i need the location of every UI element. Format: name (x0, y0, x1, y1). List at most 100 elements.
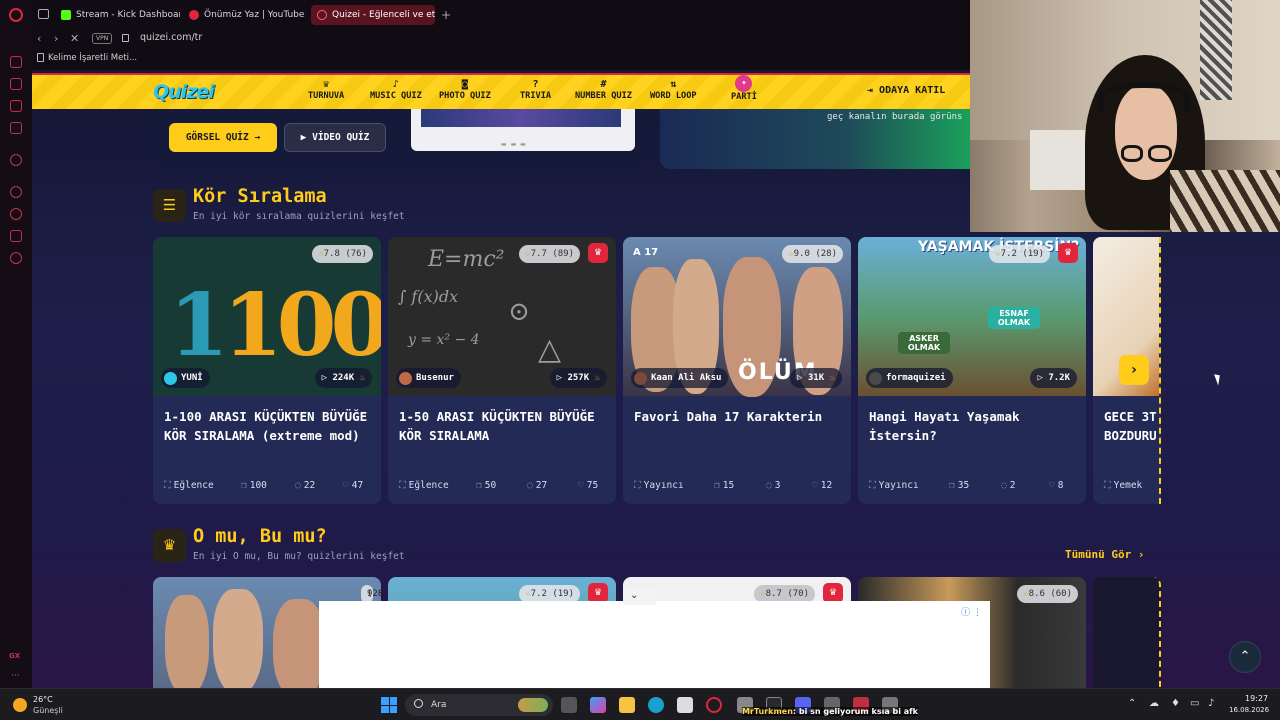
quiz-card[interactable]: YAŞAMAK İSTERSİN? ESNAF OLMAK ASKER OLMA… (858, 237, 1086, 504)
tab-youtube[interactable]: Önümüz Yaz | YouTube (183, 5, 308, 25)
site-navbar: Quizei ♛ TURNUVA ♪ MUSIC QUIZ ◙ PHOTO QUIZ … (32, 73, 970, 109)
hero-preview-image: ▬ ▬ ▬ (411, 109, 635, 151)
plays-badge: ▷ 224K ♨ (314, 368, 372, 388)
weather-desc[interactable]: Güneşli (33, 706, 63, 715)
visual-quiz-button[interactable]: GÖRSEL QUİZ → (169, 123, 277, 152)
nav-music-quiz[interactable]: ♪ MUSIC QUIZ (370, 78, 422, 101)
cloud-icon[interactable]: ☁ (1149, 698, 1159, 709)
scroll-to-top-button[interactable]: ⌃ (1229, 641, 1261, 673)
premium-crown-icon: ♛ (588, 243, 608, 263)
search-highlight-icon (518, 698, 548, 712)
author-chip[interactable]: Busenur (396, 368, 461, 388)
sidebar-percent-icon[interactable] (10, 154, 22, 166)
nav-trivia[interactable]: ? TRIVIA (520, 78, 551, 101)
quiz-card[interactable]: A 17 ÖLÜM ☆9.0 (28) Kaan Ali Aksu ▷ 31K … (623, 237, 851, 504)
weather-temp[interactable]: 26°C (33, 695, 53, 704)
tab-quizei[interactable]: Quizei - Eğlenceli ve etkileş (311, 5, 435, 25)
quiz-card[interactable]: E=mc² ∫ f(x)dx ⊙ △ y = x² − 4 ☆7.7 (89) … (388, 237, 616, 504)
rating-badge: ☆7.8 (76) (312, 245, 373, 263)
bookmark-item[interactable]: Kelime İşaretli Meti... (48, 53, 137, 63)
quiz-meta: ⛶ Yayıncı ❐ 35 ◌ 2 ♡ 8 (869, 480, 1064, 491)
stop-loading-icon[interactable]: ✕ (70, 32, 79, 45)
copilot-icon[interactable] (590, 697, 606, 713)
list-icon: ☰ (153, 189, 186, 222)
url-field[interactable]: quizei.com/tr (140, 32, 202, 43)
see-all-link[interactable]: Tümünü Gör › (1065, 548, 1144, 561)
carousel-dots[interactable]: ▬ ▬ ▬ (501, 141, 527, 148)
sidebar-app-icon[interactable] (10, 56, 22, 68)
comment-icon: ◌ (295, 480, 301, 491)
store-icon[interactable] (677, 697, 693, 713)
opera-sidebar: GX ··· (0, 0, 32, 688)
windows-start-icon[interactable] (381, 697, 397, 713)
search-icon (414, 699, 423, 708)
sidebar-settings-icon[interactable] (10, 252, 22, 264)
nav-number-quiz[interactable]: # NUMBER QUIZ (575, 78, 632, 101)
items-icon: ❐ (241, 480, 247, 491)
nav-parti[interactable]: ✦ PARTİ (731, 75, 757, 102)
file-explorer-icon[interactable] (619, 697, 635, 713)
items-icon: ❐ (476, 480, 482, 491)
edge-icon[interactable] (648, 697, 664, 713)
network-icon[interactable]: ▭ (1190, 698, 1199, 709)
category-icon: ⛶ (1104, 480, 1111, 491)
sidebar-app-icon[interactable] (10, 122, 22, 134)
rating-badge: ☆7.2 (19) (989, 245, 1050, 263)
new-tab-button[interactable]: + (441, 8, 451, 22)
vpn-badge[interactable]: VPN (92, 33, 113, 44)
hash-icon: # (600, 79, 607, 90)
quiz-title[interactable]: Favori Daha 17 Karakterin (634, 407, 844, 426)
quiz-card[interactable] (1093, 577, 1161, 688)
sidebar-messenger-icon[interactable] (10, 100, 22, 112)
author-chip[interactable]: Kaan Ali Aksu (631, 368, 729, 388)
quiz-title[interactable]: Hangi Hayatı Yaşamak İstersin? (869, 407, 1079, 445)
tray-chevron-icon[interactable]: ⌃ (1128, 698, 1136, 709)
ad-banner[interactable]: ⌄ ⓘ ⋮ (319, 587, 990, 688)
ad-info-icon[interactable]: ⓘ ⋮ (961, 605, 982, 618)
fire-icon: ♨ (359, 373, 365, 383)
more-icon[interactable]: ··· (11, 671, 20, 681)
author-chip[interactable]: YUNİ (161, 368, 210, 388)
quiz-title[interactable]: 1-100 ARASI KÜÇÜKTEN BÜYÜĞE KÖR SIRALAMA… (164, 407, 374, 445)
video-quiz-button[interactable]: ▶ VİDEO QUİZ (284, 123, 386, 152)
heart-icon: ♡ (1049, 480, 1055, 491)
nav-photo-quiz[interactable]: ◙ PHOTO QUIZ (439, 78, 491, 101)
heart-icon: ♡ (343, 480, 349, 491)
sidebar-app-icon[interactable] (10, 78, 22, 90)
back-icon[interactable]: ‹ (37, 32, 41, 45)
tab-label: Quizei - Eğlenceli ve etkileş (332, 10, 435, 20)
tab-bar: Stream - Kick Dashboard Önümüz Yaz | You… (32, 0, 970, 30)
sidebar-player-icon[interactable] (10, 186, 22, 198)
quizei-logo[interactable]: Quizei (153, 81, 215, 103)
quiz-title[interactable]: 1-50 ARASI KÜÇÜKTEN BÜYÜĞE KÖR SIRALAMA (399, 407, 609, 445)
nav-word-loop[interactable]: ⇅ WORD LOOP (650, 78, 697, 101)
avatar (869, 371, 882, 385)
collapse-ad-button[interactable]: ⌄ (624, 587, 656, 605)
tab-kick[interactable]: Stream - Kick Dashboard (55, 5, 180, 25)
lock-icon[interactable] (122, 34, 129, 42)
quiz-title[interactable]: GECE 3T BOZDURU (1104, 407, 1159, 445)
task-view-icon[interactable] (561, 697, 577, 713)
opera-logo-icon[interactable] (9, 8, 23, 22)
quiz-card[interactable]: 1100 ☆7.8 (76) YUNİ ▷ 224K ♨ 1-100 ARASI… (153, 237, 381, 504)
volume-icon[interactable]: ♪ (1208, 698, 1214, 709)
microphone-icon[interactable]: ♦ (1171, 698, 1180, 709)
forward-icon[interactable]: › (54, 32, 58, 45)
carousel-next-button[interactable]: › (1119, 355, 1149, 385)
sun-icon[interactable] (13, 698, 27, 712)
author-chip[interactable]: formaquizei (866, 368, 953, 388)
clock-time[interactable]: 19:27 (1245, 694, 1268, 703)
comment-icon: ◌ (527, 480, 533, 491)
tab-label: Önümüz Yaz | YouTube (204, 10, 305, 20)
mouse-cursor-icon (1214, 372, 1223, 386)
tab-overview-icon[interactable] (38, 9, 49, 19)
address-bar: ‹ › ✕ VPN quizei.com/tr (32, 30, 970, 50)
clock-date[interactable]: 16.08.2026 (1229, 706, 1269, 714)
opera-gx-icon[interactable] (706, 697, 722, 713)
sidebar-history-icon[interactable] (10, 208, 22, 220)
premium-crown-icon: ♛ (588, 583, 608, 603)
taskbar-search[interactable]: Ara (405, 694, 553, 716)
sidebar-extensions-icon[interactable] (10, 230, 22, 242)
nav-turnuva[interactable]: ♛ TURNUVA (308, 78, 344, 101)
join-room-button[interactable]: ⇥ ODAYA KATIL (867, 85, 945, 96)
